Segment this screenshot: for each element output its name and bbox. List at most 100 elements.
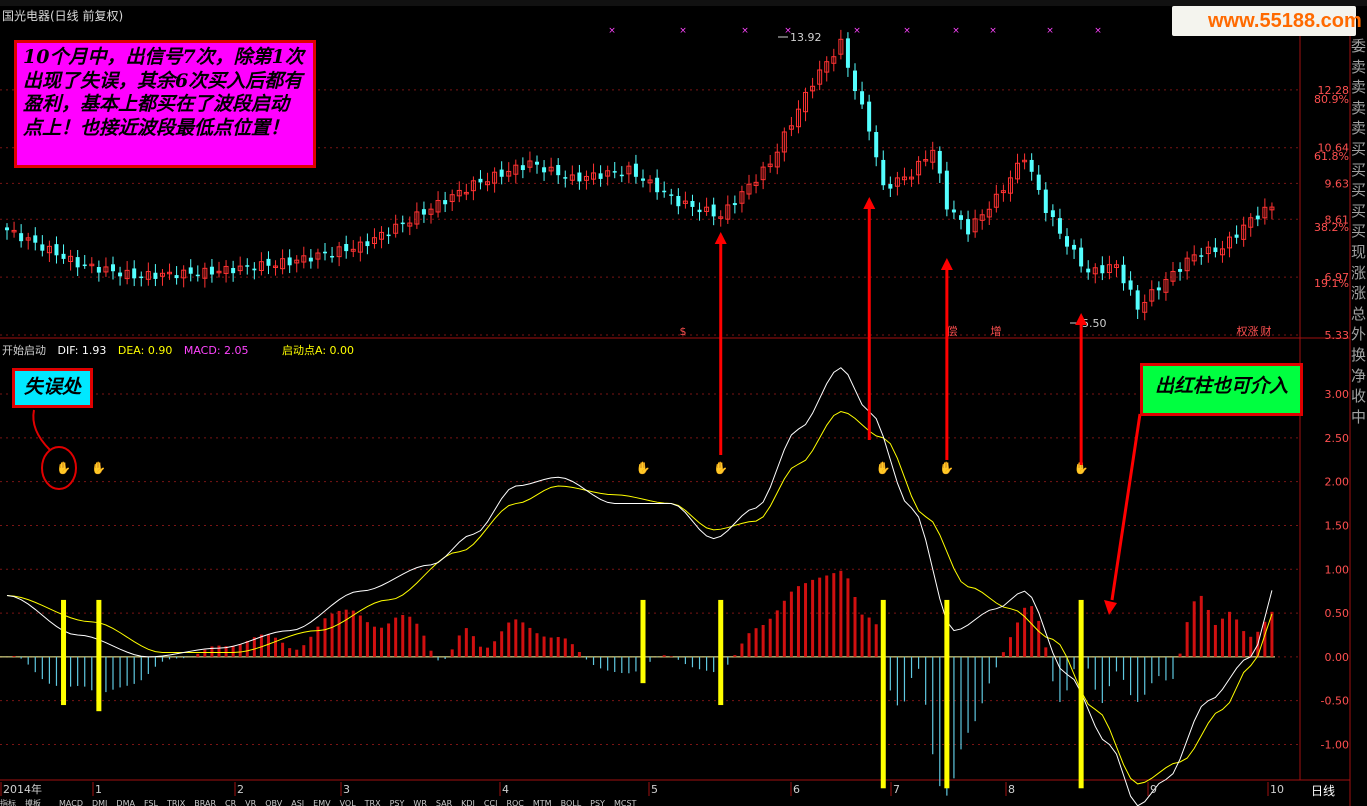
- quote-side-column: 委卖卖卖卖买买买买买现涨涨总外换净收中: [1350, 36, 1367, 427]
- indicator-tab[interactable]: KDJ: [461, 799, 475, 806]
- indicator-tab[interactable]: TRIX: [167, 799, 185, 806]
- annotation-error: 失误处: [12, 368, 93, 408]
- event-label: 增: [991, 324, 1002, 338]
- dif-value: DIF: 1.93: [57, 344, 107, 357]
- signal-hand-icon: ✋: [636, 461, 651, 475]
- candle-down: [54, 244, 59, 256]
- event-marker: ×: [608, 26, 616, 36]
- indicator-tab[interactable]: EMV: [313, 799, 330, 806]
- candle-down: [19, 233, 24, 242]
- indicator-tab[interactable]: MCST: [614, 799, 636, 806]
- period-label[interactable]: 日线: [1311, 782, 1335, 799]
- candle-down: [308, 257, 313, 262]
- time-axis-label: 7: [893, 783, 900, 796]
- quote-side-label: 现: [1350, 242, 1366, 261]
- event-marker: ×: [741, 26, 749, 36]
- candle-down: [231, 268, 236, 274]
- candle-down: [400, 222, 405, 225]
- indicator-tab[interactable]: MTM: [533, 799, 552, 806]
- event-marker: ×: [952, 26, 960, 36]
- candle-down: [937, 150, 942, 174]
- indicator-tabs[interactable]: 指标 摸板 MACD DMI DMA FSL TRIX BRAR CR VR OBV ASI EMV VO…: [0, 798, 1300, 806]
- candle-down: [1100, 265, 1105, 274]
- macd-axis-label: 2.00: [1325, 476, 1350, 489]
- candle-down: [888, 184, 893, 189]
- time-axis-label: 2014年: [3, 782, 42, 796]
- signal-hand-icon: ✋: [939, 461, 954, 475]
- macd-axis-label: 0.50: [1325, 607, 1350, 620]
- error-callout-line: [32, 409, 51, 451]
- candle-down: [1050, 210, 1055, 218]
- candle-down: [1213, 247, 1218, 253]
- candle-down: [61, 253, 66, 259]
- indicator-tab[interactable]: TRX: [365, 799, 381, 806]
- candle-down: [641, 178, 645, 181]
- candle-down: [499, 169, 504, 177]
- site-logo[interactable]: www.55188.com: [1172, 6, 1362, 36]
- candle-down: [111, 264, 115, 272]
- indicator-tab[interactable]: VOL: [340, 799, 356, 806]
- high-price-label: 13.92: [790, 31, 822, 44]
- indicator-tab[interactable]: PSY: [590, 799, 605, 806]
- signal-bar: [640, 599, 646, 684]
- candle-down: [40, 244, 45, 251]
- candle-down: [330, 255, 335, 258]
- candle-down: [966, 219, 971, 235]
- event-marker: ×: [853, 26, 861, 36]
- time-axis-label: 1: [95, 783, 102, 796]
- macd-axis-label: 1.50: [1325, 519, 1350, 532]
- price-axis-label: 9.63: [1325, 177, 1350, 190]
- quote-side-label: 外: [1350, 325, 1366, 344]
- quote-side-label: 总: [1350, 304, 1366, 323]
- indicator-tab[interactable]: 摸板: [25, 799, 41, 806]
- candle-down: [669, 194, 674, 196]
- time-axis-label: 10: [1270, 783, 1284, 796]
- indicator-tab[interactable]: CCI: [484, 799, 498, 806]
- annotation-hint: 出红柱也可介入: [1140, 363, 1303, 416]
- indicator-tab[interactable]: CR: [225, 799, 236, 806]
- event-marker: ×: [679, 26, 687, 36]
- time-axis-label: 6: [793, 783, 800, 796]
- candle-down: [252, 268, 257, 271]
- candle-down: [365, 241, 370, 247]
- indicator-tab[interactable]: DMA: [116, 799, 135, 806]
- time-axis-label: 3: [343, 783, 350, 796]
- indicator-tab[interactable]: PSY: [390, 799, 405, 806]
- time-axis-label: 9: [1150, 783, 1157, 796]
- quote-side-label: 卖: [1350, 119, 1366, 138]
- candle-down: [139, 276, 144, 279]
- candle-down: [1072, 244, 1077, 250]
- candle-down: [535, 161, 539, 165]
- indicator-tab[interactable]: ROC: [506, 799, 523, 806]
- candle-down: [874, 132, 879, 158]
- signal-bar: [880, 599, 886, 789]
- indicator-tab[interactable]: WR: [413, 799, 426, 806]
- candle-down: [860, 91, 865, 105]
- pct-axis-label: 38.2%: [1314, 221, 1349, 234]
- candle-down: [421, 209, 426, 215]
- quote-side-label: 买: [1350, 160, 1366, 179]
- indicator-tab[interactable]: DMI: [92, 799, 107, 806]
- time-axis-label: 4: [502, 783, 509, 796]
- indicator-tab[interactable]: SAR: [436, 799, 452, 806]
- candle-down: [75, 257, 80, 268]
- indicator-tab[interactable]: BRAR: [194, 799, 216, 806]
- indicator-tab[interactable]: OBV: [265, 799, 282, 806]
- indicator-tab[interactable]: 指标: [0, 799, 16, 806]
- indicator-tab[interactable]: ASI: [291, 799, 304, 806]
- indicator-tab[interactable]: VR: [245, 799, 256, 806]
- candle-down: [386, 234, 391, 237]
- candle-down: [520, 165, 525, 171]
- candle-down: [556, 165, 561, 176]
- candle-down: [633, 163, 638, 177]
- candle-down: [676, 196, 681, 207]
- pct-axis-label: 80.9%: [1314, 93, 1349, 106]
- candle-down: [245, 265, 250, 267]
- indicator-tab[interactable]: FSL: [144, 799, 158, 806]
- event-label: 权: [1237, 325, 1248, 338]
- indicator-tab[interactable]: MACD: [59, 799, 83, 806]
- indicator-header: 开始启动 DIF: 1.93 DEA: 0.90 MACD: 2.05 启动点A…: [2, 342, 362, 358]
- candle-down: [711, 204, 716, 217]
- indicator-tab[interactable]: BOLL: [561, 799, 582, 806]
- quote-side-label: 换: [1350, 345, 1366, 364]
